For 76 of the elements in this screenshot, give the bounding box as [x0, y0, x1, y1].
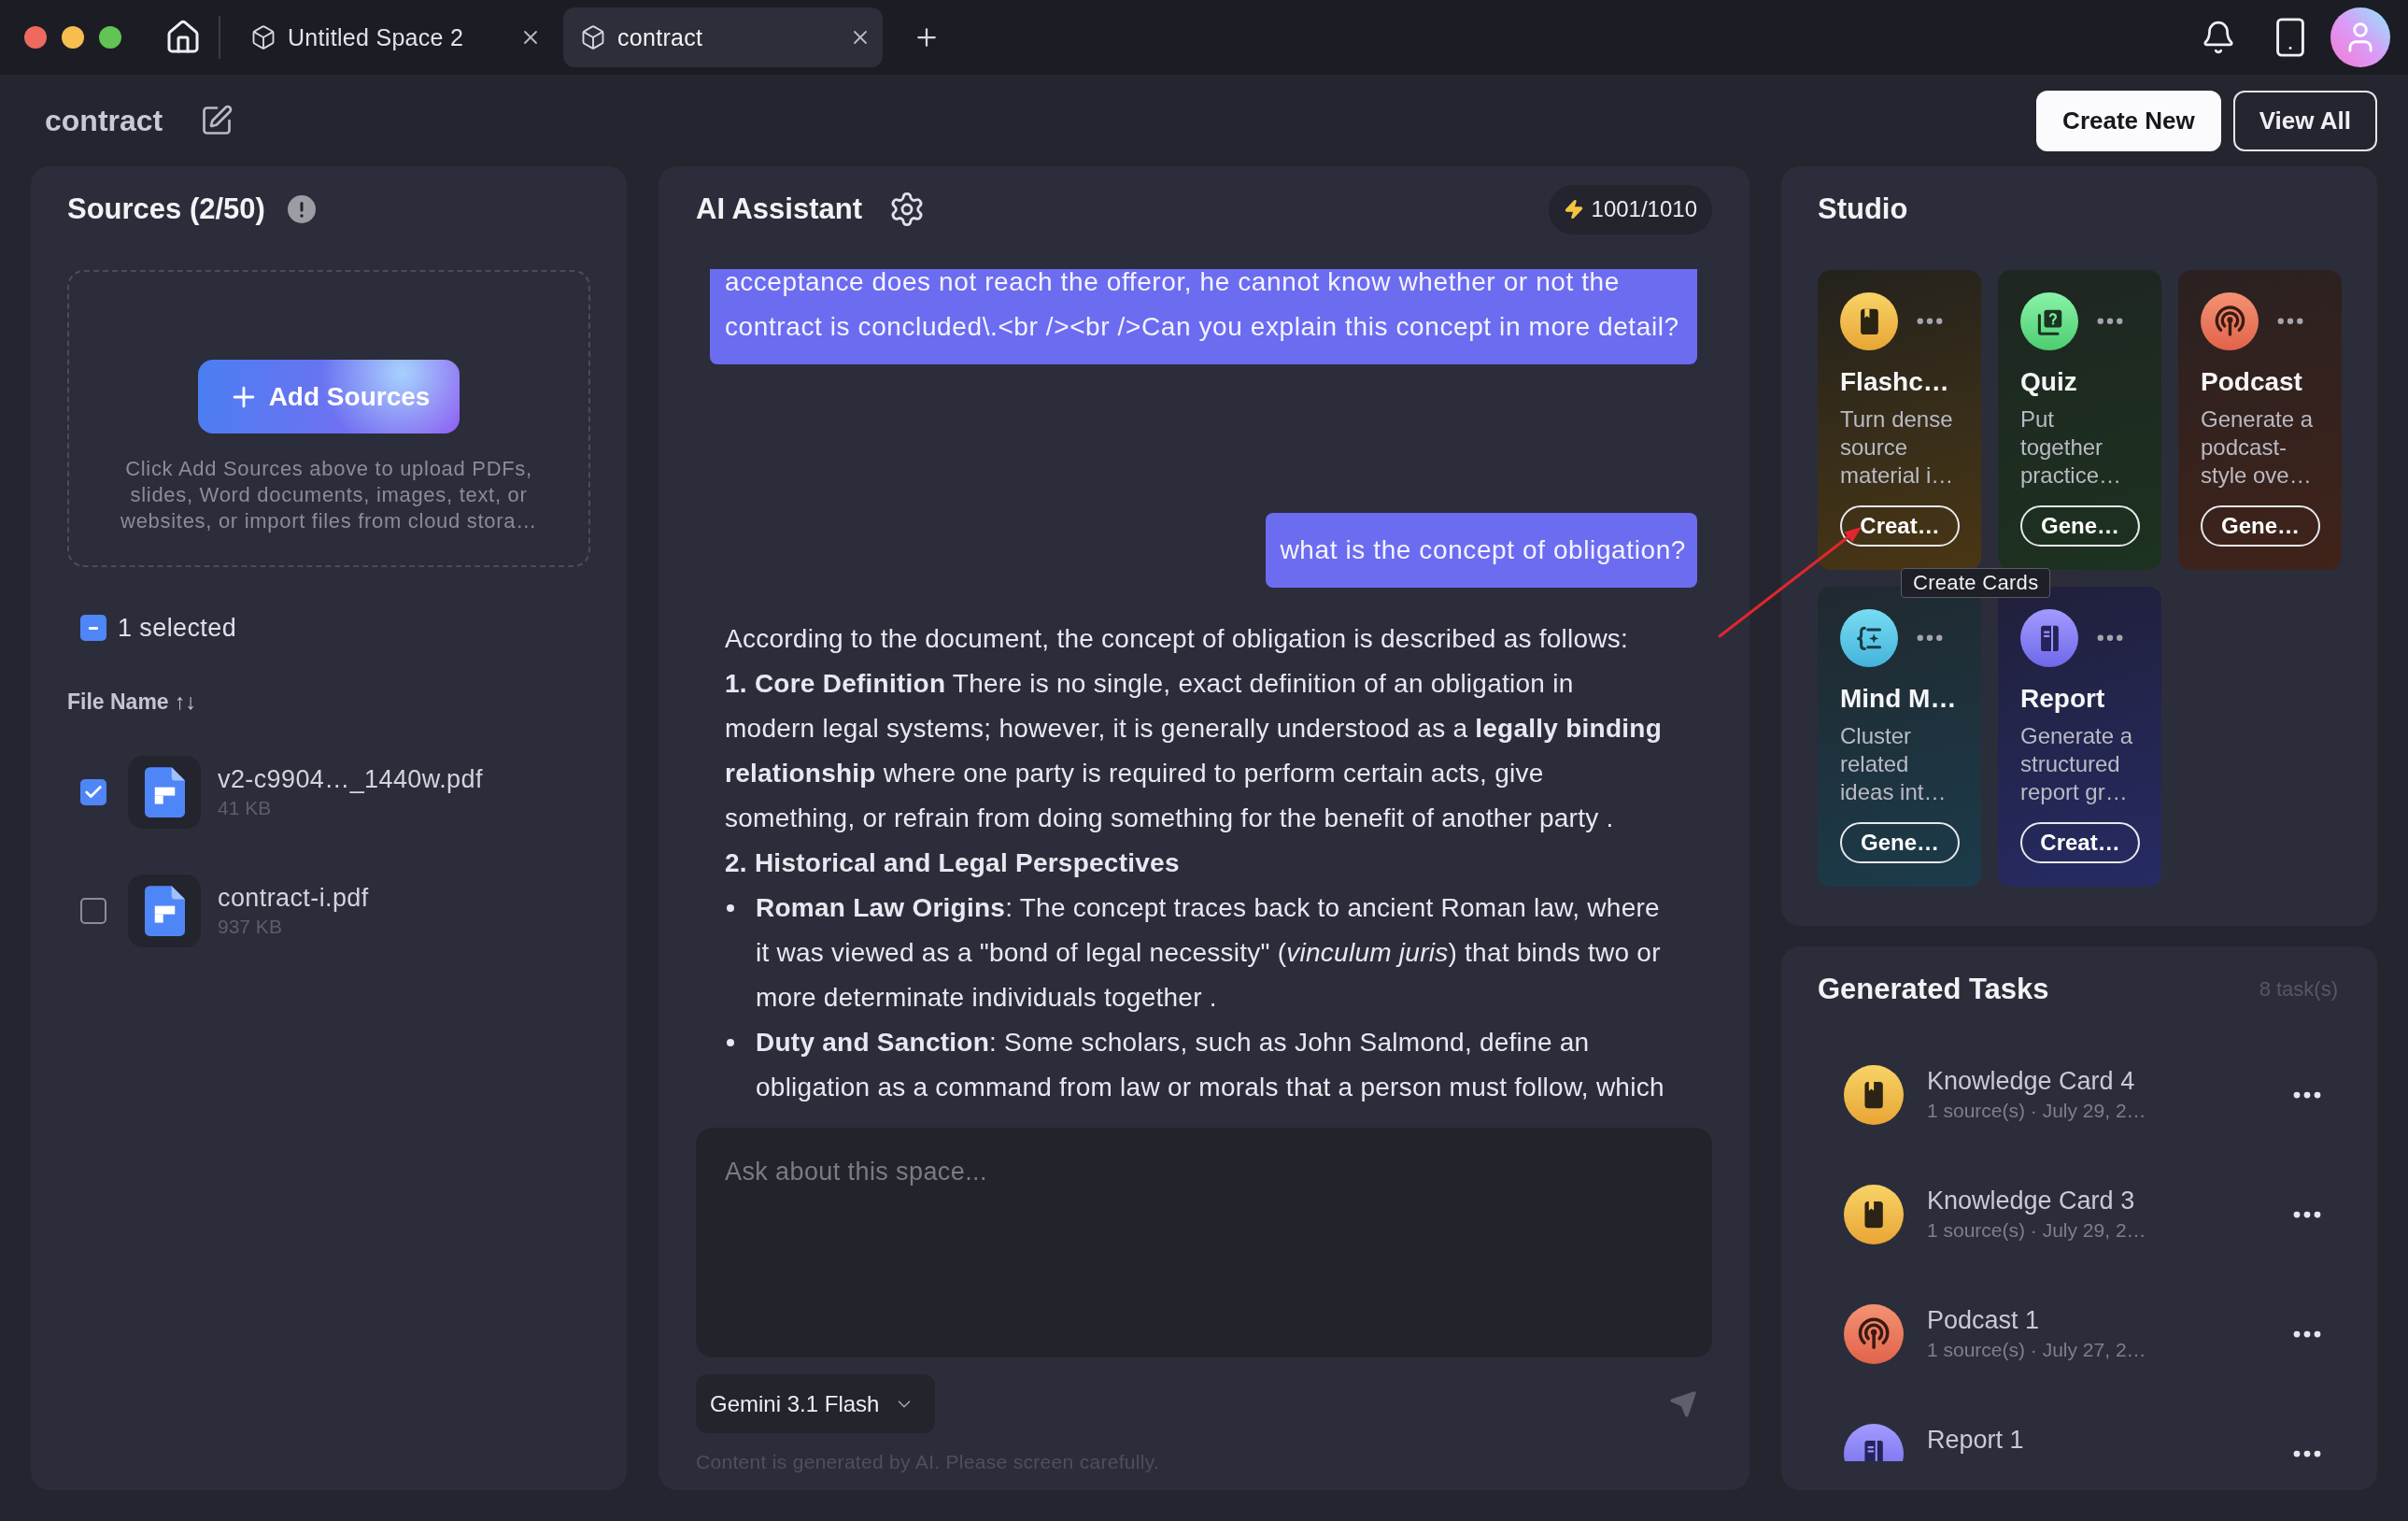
file-name: v2-c9904…_1440w.pdf: [218, 764, 483, 795]
tool-title: Report: [2020, 683, 2106, 715]
message-input[interactable]: Ask about this space...: [696, 1128, 1712, 1358]
tool-description: Cluster related ideas int…: [1840, 722, 1948, 806]
tab[interactable]: Untitled Space 2: [234, 7, 553, 67]
bullet-icon: [727, 904, 734, 912]
answer-paragraph: 1. Core Definition There is no single, exact definition of an obligation in modern legal systems; however, it is generally understood as a legally binding relationship where one party is required to perform certain acts, give something, or refrain from doing something for the benefit of another party .: [725, 668, 1664, 834]
more-icon[interactable]: [2097, 634, 2123, 642]
select-all-checkbox[interactable]: [80, 615, 106, 641]
more-icon[interactable]: [2293, 1090, 2321, 1100]
exclamation-icon: [287, 195, 316, 223]
tool-title: Quiz: [2020, 366, 2078, 398]
cube-icon: [250, 24, 276, 50]
upload-dropzone[interactable]: Add Sources Click Add Sources above to upload PDFs, slides, Word documents, images, text, or websites, or import files from cloud stora…: [67, 270, 590, 567]
tool-action-button[interactable]: Gene…: [1840, 822, 1960, 863]
edit-icon[interactable]: [200, 104, 234, 137]
page-title: contract: [45, 103, 163, 138]
tool-action-button[interactable]: Creat…: [2020, 822, 2140, 863]
more-icon[interactable]: [2097, 318, 2123, 325]
file-checkbox[interactable]: [80, 779, 106, 805]
user-message: acceptance does not reach the offeror, he cannot know whether or not the contract is concluded\.<br /><br />Can you explain this concept in more detail?: [710, 269, 1697, 364]
answer-bullet: Roman Law Origins: The concept traces back to ancient Roman law, where it was viewed as a "bond of legal necessity" (vinculum juris) that binds two or more determinate individuals together .: [756, 892, 1662, 1014]
file-checkbox[interactable]: [80, 898, 106, 924]
credits-count: 1001/1010: [1591, 196, 1697, 222]
create-button[interactable]: Create New: [2036, 90, 2221, 151]
tool-action-button[interactable]: Gene…: [2020, 505, 2140, 547]
add-sources-button[interactable]: Add Sources: [198, 360, 460, 434]
task-title[interactable]: Podcast 1: [1927, 1305, 2146, 1335]
panel-title: Generated Tasks: [1818, 973, 2049, 1006]
tool-action-button[interactable]: Gene…: [2201, 505, 2320, 547]
window-zoom-button[interactable]: [99, 26, 121, 49]
task-meta: 1 source(s) · July 27, 2…: [1927, 1338, 2146, 1362]
file-name: contract-i.pdf: [218, 883, 369, 914]
window-close-button[interactable]: [24, 26, 47, 49]
panel-title: AI Assistant: [696, 192, 862, 226]
answer-bullet: Duty and Sanction: Some scholars, such as John Salmond, define an obligation as a command from law or morals that a person must follow, which: [756, 1027, 1665, 1103]
user-message: what is the concept of obligation?: [1265, 513, 1697, 588]
task-title[interactable]: Knowledge Card 4: [1927, 1066, 2146, 1096]
more-icon[interactable]: [2293, 1210, 2321, 1219]
tooltip: Create Cards: [1901, 568, 2051, 598]
tool-description: Put together practice…: [2020, 405, 2123, 490]
task-title[interactable]: Knowledge Card 3: [1927, 1186, 2146, 1215]
window-minimize-button[interactable]: [62, 26, 84, 49]
cube-icon: [580, 24, 606, 50]
task-meta: 1 source(s) · July 29, 2…: [1927, 1099, 2146, 1123]
task-meta: 1 source(s) · July 29, 2…: [1927, 1218, 2146, 1243]
tool-card[interactable]: Quiz Put together practice… Gene…: [1998, 270, 2161, 570]
view-all-button[interactable]: View All: [2232, 90, 2377, 151]
more-icon[interactable]: [2293, 1449, 2321, 1458]
more-icon[interactable]: [1917, 634, 1943, 642]
minus-icon: [89, 626, 98, 630]
answer-heading: 2. Historical and Legal Perspectives: [725, 847, 1181, 879]
tool-description: Turn dense source material i…: [1840, 405, 1955, 490]
tool-card[interactable]: Flashc… Turn dense source material i… Creat…: [1818, 270, 1981, 570]
more-icon[interactable]: [1917, 318, 1943, 325]
tool-title: Flashc…: [1840, 366, 1950, 398]
tool-title: Podcast: [2201, 366, 2303, 398]
tool-title: Mind M…: [1840, 683, 1958, 715]
document-icon: [128, 874, 201, 947]
panel-title: Sources (2/50): [67, 192, 265, 226]
more-icon[interactable]: [2293, 1329, 2321, 1339]
tool-card[interactable]: Podcast Generate a podcast-style ove… Gene…: [2178, 270, 2342, 570]
lightning-icon: [1563, 199, 1584, 220]
tab[interactable]: contract: [563, 7, 883, 67]
tool-description: Generate a structured report gr…: [2020, 722, 2134, 806]
selection-count: 1 selected: [118, 613, 237, 643]
column-header[interactable]: File Name ↑↓: [67, 688, 197, 716]
task-title[interactable]: Report 1: [1927, 1425, 2024, 1455]
model-select[interactable]: Gemini 3.1 Flash: [696, 1374, 936, 1433]
more-icon[interactable]: [2277, 318, 2303, 325]
tool-description: Generate a podcast-style ove…: [2201, 405, 2315, 490]
upload-hint: Click Add Sources above to upload PDFs, slides, Word documents, images, text, or websites, or import files from cloud stora…: [120, 456, 538, 534]
bullet-icon: [727, 1039, 734, 1046]
panel-title: Studio: [1818, 192, 1908, 226]
answer-paragraph: According to the document, the concept of obligation is described as follows:: [725, 623, 1630, 655]
document-icon: [128, 756, 201, 829]
